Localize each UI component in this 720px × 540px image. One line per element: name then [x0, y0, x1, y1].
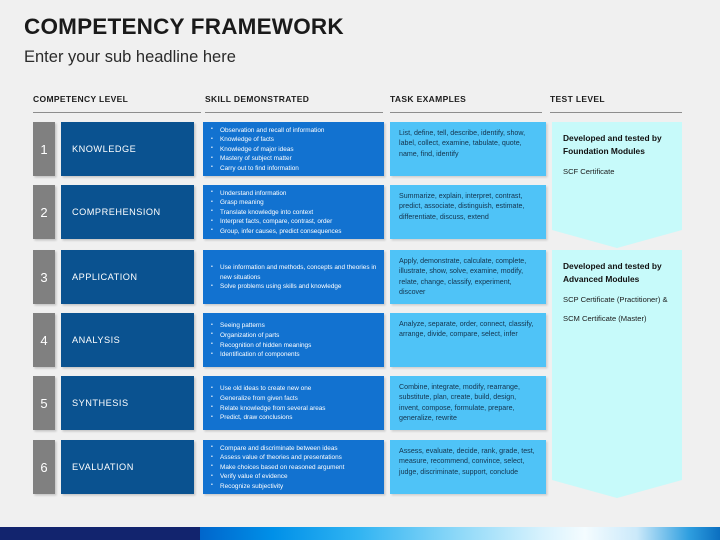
task-examples-box: Apply, demonstrate, calculate, complete,…	[390, 250, 546, 304]
task-examples-box: Summarize, explain, interpret, contrast,…	[390, 185, 546, 239]
skill-bullet: Recognize subjectivity	[211, 481, 378, 492]
skill-demonstrated-box: Use information and methods, concepts an…	[203, 250, 384, 304]
bottom-bar-gradient-segment	[200, 527, 720, 540]
task-examples-text: Assess, evaluate, decide, rank, grade, t…	[399, 447, 535, 476]
skill-bullet: Mastery of subject matter	[211, 154, 378, 164]
task-examples-box: Analyze, separate, order, connect, class…	[390, 313, 546, 367]
task-examples-box: Combine, integrate, modify, rearrange, s…	[390, 376, 546, 430]
task-examples-text: Apply, demonstrate, calculate, complete,…	[399, 257, 527, 297]
task-examples-text: Combine, integrate, modify, rearrange, s…	[399, 383, 520, 423]
skill-bullet: Generalize from given facts	[211, 393, 378, 404]
skill-bullet: Assess value of theories and presentatio…	[211, 453, 378, 463]
task-examples-box: List, define, tell, describe, identify, …	[390, 122, 546, 176]
skill-bullet: Interpret facts, compare, contrast, orde…	[211, 217, 378, 227]
skill-bullet: Use information and methods, concepts an…	[211, 263, 378, 282]
column-header-competency-level: COMPETENCY LEVEL	[33, 94, 201, 113]
level-name-box[interactable]: ANALYSIS	[61, 313, 194, 367]
skill-bullet: Recognition of hidden meanings	[211, 340, 378, 351]
bottom-bar-navy-segment	[0, 527, 200, 540]
skill-bullet: Identification of components	[211, 350, 378, 360]
task-examples-text: Summarize, explain, interpret, contrast,…	[399, 192, 525, 221]
skill-bullet: Knowledge of facts	[211, 135, 378, 145]
skill-bullet: Solve problems using skills and knowledg…	[211, 282, 378, 292]
level-name-box[interactable]: EVALUATION	[61, 440, 194, 494]
test-level-banner: Developed and tested by Foundation Modul…	[552, 122, 682, 248]
skill-bullet: Compare and discriminate between ideas	[211, 443, 378, 454]
test-level-banner: Developed and tested by Advanced Modules…	[552, 250, 682, 498]
level-name-box[interactable]: COMPREHENSION	[61, 185, 194, 239]
skill-bullet: Make choices based on reasoned argument	[211, 462, 378, 473]
certificate-label: SCM Certificate (Master)	[563, 314, 647, 324]
skill-bullet: Observation and recall of information	[211, 125, 378, 136]
skill-bullet: Organization of parts	[211, 330, 378, 341]
skill-demonstrated-box: Use old ideas to create new oneGeneraliz…	[203, 376, 384, 430]
column-header-skill-demonstrated: SKILL DEMONSTRATED	[205, 94, 383, 113]
test-level-banner-title: Developed and tested by Advanced Modules	[563, 261, 662, 284]
page-subtitle: Enter your sub headline here	[24, 48, 236, 66]
skill-bullet: Understand information	[211, 188, 378, 199]
level-number-badge: 6	[33, 440, 55, 494]
slide-canvas: COMPETENCY FRAMEWORK Enter your sub head…	[0, 0, 720, 540]
skill-bullet: Relate knowledge from several areas	[211, 403, 378, 414]
task-examples-box: Assess, evaluate, decide, rank, grade, t…	[390, 440, 546, 494]
column-header-test-level: TEST LEVEL	[550, 94, 682, 113]
test-level-banner-title: Developed and tested by Foundation Modul…	[563, 133, 662, 156]
level-name-box[interactable]: KNOWLEDGE	[61, 122, 194, 176]
skill-bullet: Use old ideas to create new one	[211, 384, 378, 394]
skill-bullet: Group, infer causes, predict consequence…	[211, 226, 378, 237]
skill-bullet: Grasp meaning	[211, 198, 378, 208]
skill-demonstrated-box: Observation and recall of informationKno…	[203, 122, 384, 176]
level-name-box[interactable]: APPLICATION	[61, 250, 194, 304]
skill-bullet: Translate knowledge into context	[211, 207, 378, 218]
certificate-label: SCF Certificate	[563, 167, 615, 177]
level-number-badge: 5	[33, 376, 55, 430]
skill-demonstrated-box: Seeing patternsOrganization of partsReco…	[203, 313, 384, 367]
column-header-task-examples: TASK EXAMPLES	[390, 94, 542, 113]
skill-demonstrated-box: Understand informationGrasp meaningTrans…	[203, 185, 384, 239]
level-name-box[interactable]: SYNTHESIS	[61, 376, 194, 430]
skill-bullet: Knowledge of major ideas	[211, 144, 378, 155]
skill-bullet: Seeing patterns	[211, 321, 378, 331]
level-number-badge: 2	[33, 185, 55, 239]
skill-bullet: Predict, draw conclusions	[211, 413, 378, 423]
level-number-badge: 3	[33, 250, 55, 304]
level-number-badge: 1	[33, 122, 55, 176]
level-number-badge: 4	[33, 313, 55, 367]
bottom-accent-bar	[0, 527, 720, 540]
page-title: COMPETENCY FRAMEWORK	[24, 14, 344, 39]
task-examples-text: Analyze, separate, order, connect, class…	[399, 320, 534, 339]
skill-bullet: Verify value of evidence	[211, 472, 378, 482]
skill-bullet: Carry out to find information	[211, 163, 378, 174]
certificate-label: SCP Certificate (Practitioner) &	[563, 295, 668, 305]
task-examples-text: List, define, tell, describe, identify, …	[399, 129, 526, 158]
skill-demonstrated-box: Compare and discriminate between ideasAs…	[203, 440, 384, 494]
